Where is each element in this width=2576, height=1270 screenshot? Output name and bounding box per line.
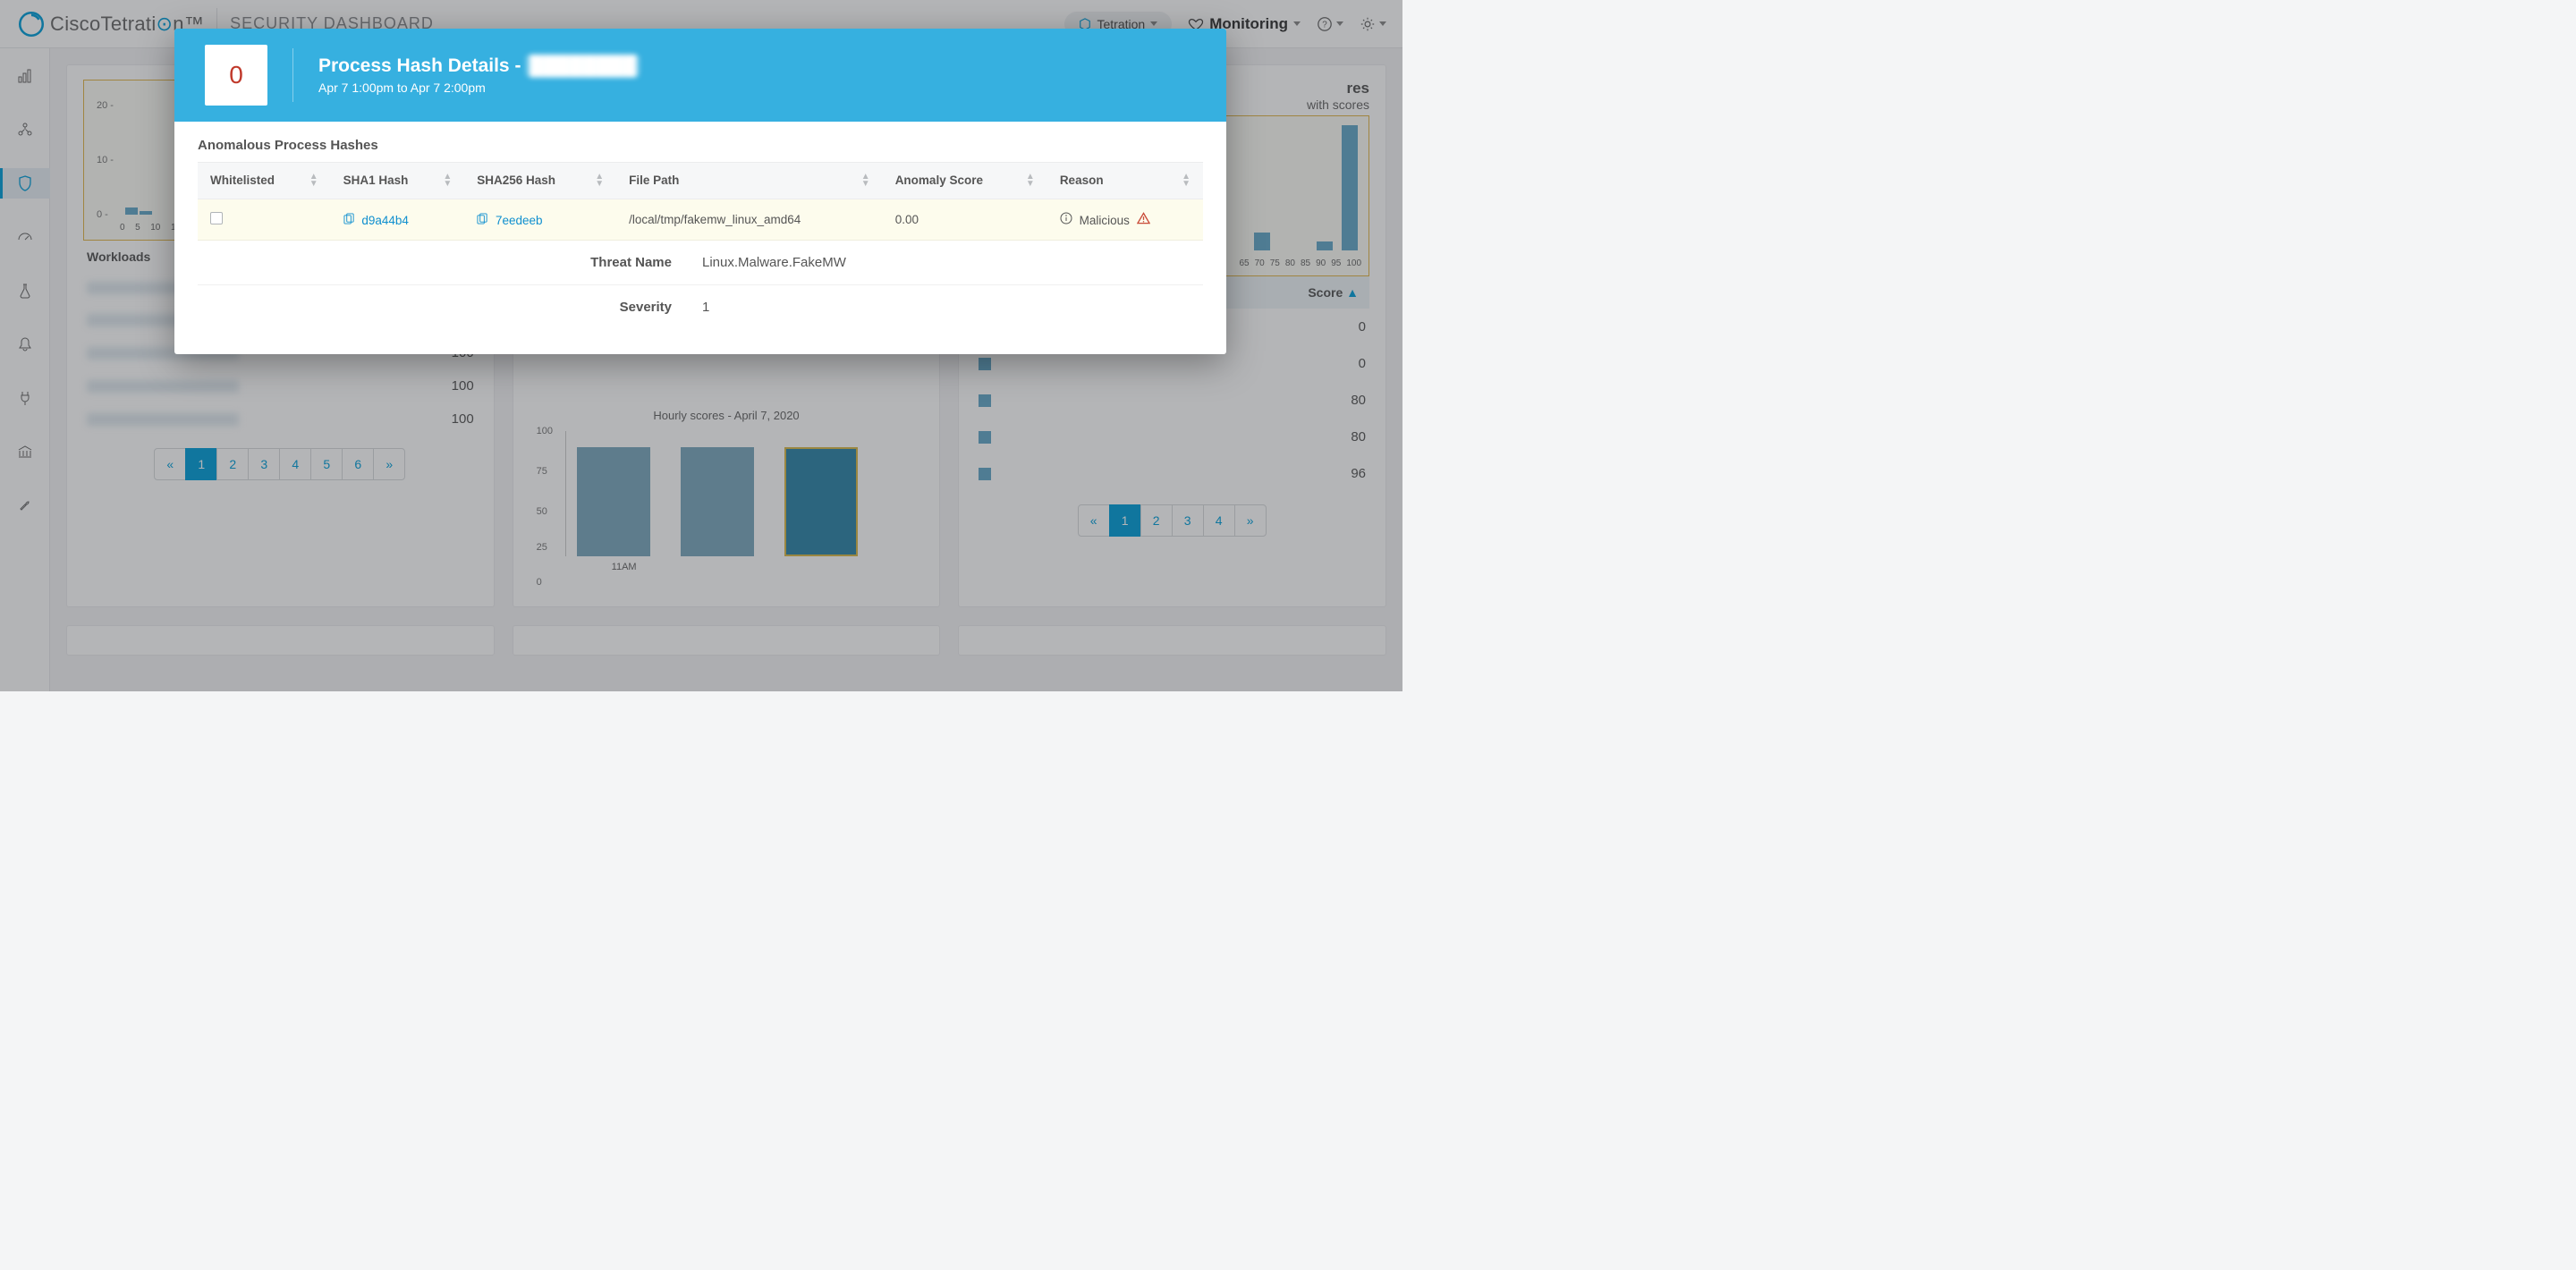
sha1-link[interactable]: d9a44b4 [361, 214, 409, 227]
warning-icon [1137, 212, 1150, 224]
hash-row[interactable]: d9a44b4 7eedeeb /local/tmp/fakemw_linux_… [198, 199, 1203, 241]
threat-name-row: Threat Name Linux.Malware.FakeMW [198, 241, 1203, 285]
col-sha256[interactable]: SHA256 Hash▲▼ [464, 163, 616, 199]
copy-icon[interactable] [477, 213, 488, 224]
col-filepath[interactable]: File Path▲▼ [616, 163, 883, 199]
anomaly-score-cell: 0.00 [883, 199, 1047, 241]
reason-cell: Malicious [1047, 199, 1203, 241]
info-icon[interactable] [1060, 212, 1072, 224]
col-sha1[interactable]: SHA1 Hash▲▼ [331, 163, 465, 199]
anomalous-hashes-table: Whitelisted▲▼ SHA1 Hash▲▼ SHA256 Hash▲▼ … [198, 162, 1203, 241]
filepath-cell: /local/tmp/fakemw_linux_amd64 [616, 199, 883, 241]
col-whitelisted[interactable]: Whitelisted▲▼ [198, 163, 331, 199]
process-hash-details-modal: 0 Process Hash Details - ████████ Apr 7 … [174, 29, 1226, 354]
modal-score-badge: 0 [205, 45, 267, 106]
severity-row: Severity 1 [198, 285, 1203, 329]
modal-title: Process Hash Details - ████████ [318, 55, 640, 77]
severity-label: Severity [198, 300, 699, 315]
col-reason[interactable]: Reason▲▼ [1047, 163, 1203, 199]
modal-section-title: Anomalous Process Hashes [198, 138, 1203, 153]
modal-subtitle: Apr 7 1:00pm to Apr 7 2:00pm [318, 80, 640, 95]
severity-value: 1 [699, 300, 709, 315]
sha256-link[interactable]: 7eedeeb [496, 214, 543, 227]
modal-header: 0 Process Hash Details - ████████ Apr 7 … [174, 29, 1226, 122]
whitelist-checkbox[interactable] [210, 212, 223, 224]
copy-icon[interactable] [343, 213, 355, 224]
threat-name-label: Threat Name [198, 255, 699, 270]
threat-name-value: Linux.Malware.FakeMW [699, 255, 846, 270]
col-anomaly[interactable]: Anomaly Score▲▼ [883, 163, 1047, 199]
